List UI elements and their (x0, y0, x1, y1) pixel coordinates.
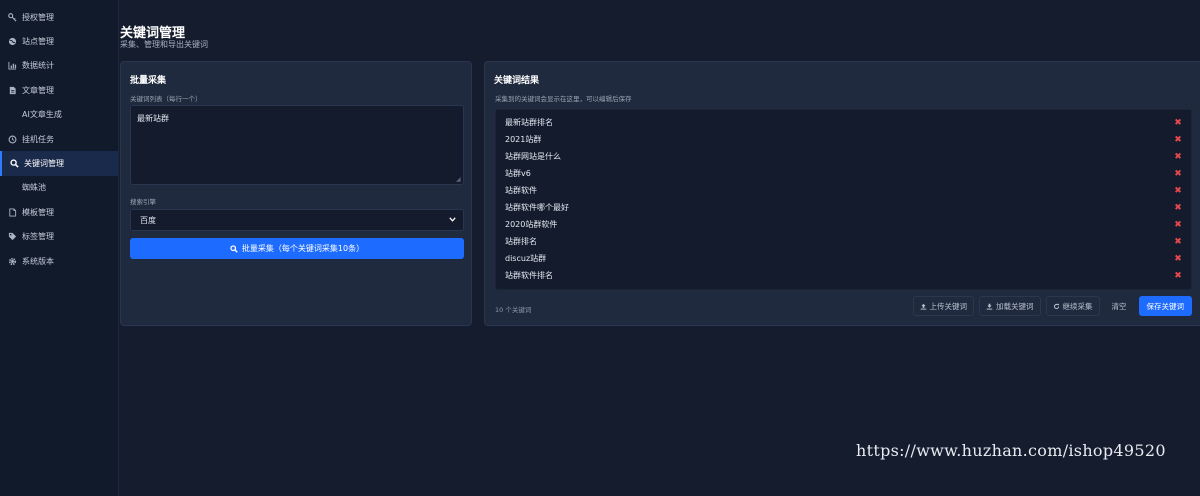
resize-grip-icon[interactable]: ◢ (456, 177, 462, 183)
delete-icon[interactable]: ✖ (1173, 152, 1183, 162)
list-item[interactable]: 站群v6 ✖ (496, 165, 1191, 182)
sidebar-item-stats[interactable]: 数据统计 (0, 54, 118, 78)
keyword-list-label: 关键词列表（每行一个） (130, 95, 202, 103)
keyword-text[interactable]: discuz站群 (505, 253, 546, 264)
results-hint: 采集到的关键词会显示在这里，可以编辑后保存 (495, 95, 632, 103)
sidebar-item-templates[interactable]: 模板管理 (0, 200, 118, 224)
delete-icon[interactable]: ✖ (1173, 237, 1183, 247)
list-item[interactable]: 站群软件排名 ✖ (496, 267, 1191, 284)
search-icon (10, 159, 19, 168)
list-item[interactable]: 站群排名 ✖ (496, 233, 1191, 250)
list-item[interactable]: 站群软件 ✖ (496, 182, 1191, 199)
panel-title: 关键词结果 (494, 76, 540, 86)
document-icon (8, 86, 17, 95)
page-subtitle: 采集、管理和导出关键词 (120, 40, 208, 49)
sidebar-item-tasks[interactable]: 挂机任务 (0, 127, 118, 151)
sidebar-item-sites[interactable]: 站点管理 (0, 29, 118, 53)
delete-icon[interactable]: ✖ (1173, 135, 1183, 145)
list-item[interactable]: 站群网站是什么 ✖ (496, 148, 1191, 165)
sidebar-item-label: 挂机任务 (22, 134, 54, 144)
sidebar-item-keywords[interactable]: 关键词管理 (0, 151, 118, 176)
keyword-list: 最新站群排名 ✖ 2021站群 ✖ 站群网站是什么 ✖ 站群v6 ✖ 站群软件 ✖ 站群软… (495, 109, 1192, 290)
watermark: https://www.huzhan.com/ishop49520 (856, 441, 1166, 460)
list-item[interactable]: 站群软件哪个最好 ✖ (496, 199, 1191, 216)
refresh-icon (1053, 303, 1060, 310)
upload-keywords-label: 上传关键词 (929, 301, 968, 311)
sidebar-item-spider-pool[interactable]: 蜘蛛池 (0, 176, 118, 200)
save-keywords-label: 保存关键词 (1146, 301, 1185, 311)
keyword-results-panel: 关键词结果 采集到的关键词会显示在这里，可以编辑后保存 最新站群排名 ✖ 2021… (484, 61, 1200, 326)
sidebar-item-label: 标签管理 (22, 232, 54, 242)
tags-icon (8, 232, 17, 241)
keyword-text[interactable]: 最新站群排名 (505, 117, 553, 128)
continue-collect-label: 继续采集 (1062, 301, 1093, 311)
delete-icon[interactable]: ✖ (1173, 203, 1183, 213)
search-icon (230, 244, 238, 253)
key-icon (8, 12, 17, 22)
download-icon (986, 303, 993, 310)
delete-icon[interactable]: ✖ (1173, 118, 1183, 128)
batch-collect-panel: 批量采集 关键词列表（每行一个） ◢ 搜索引擎 百度 批量采集（每个关键词采集1… (120, 61, 472, 326)
keyword-text[interactable]: 站群软件哪个最好 (505, 202, 569, 213)
save-keywords-button[interactable]: 保存关键词 (1138, 296, 1192, 316)
upload-icon (920, 303, 927, 310)
keyword-text[interactable]: 站群v6 (505, 168, 531, 179)
sidebar-item-label: 关键词管理 (24, 159, 64, 169)
sidebar-item-ai-articles[interactable]: AI文章生成 (0, 103, 118, 127)
keyword-text[interactable]: 2020站群软件 (505, 219, 557, 230)
sidebar-item-label: 文章管理 (22, 85, 54, 95)
search-engine-select[interactable]: 百度 (130, 209, 464, 231)
file-icon (8, 208, 17, 217)
delete-icon[interactable]: ✖ (1173, 254, 1183, 264)
search-engine-label: 搜索引擎 (130, 198, 156, 206)
search-engine-selected: 百度 (140, 215, 156, 225)
sidebar-item-label: AI文章生成 (22, 110, 62, 120)
sidebar-item-label: 模板管理 (22, 207, 54, 217)
sidebar-item-label: 站点管理 (22, 37, 54, 47)
sidebar: 授权管理 站点管理 数据统计 文章管理 AI文章生成 挂机任务 关键词管理 蜘蛛… (0, 0, 119, 496)
load-keywords-button[interactable]: 加载关键词 (979, 296, 1041, 316)
results-toolbar: 上传关键词 加载关键词 继续采集 清空 保存关键词 (912, 296, 1192, 316)
keyword-list-input[interactable] (130, 105, 464, 185)
clear-button[interactable]: 清空 (1105, 296, 1134, 316)
list-item[interactable]: discuz站群 ✖ (496, 250, 1191, 267)
clock-icon (8, 135, 17, 144)
keyword-text[interactable]: 站群网站是什么 (505, 151, 561, 162)
list-item[interactable]: 2020站群软件 ✖ (496, 216, 1191, 233)
batch-collect-button[interactable]: 批量采集（每个关键词采集10条） (130, 238, 464, 259)
batch-collect-label: 批量采集（每个关键词采集10条） (241, 244, 365, 253)
list-item[interactable]: 最新站群排名 ✖ (496, 114, 1191, 131)
list-item[interactable]: 2021站群 ✖ (496, 131, 1191, 148)
keyword-text[interactable]: 站群软件排名 (505, 270, 553, 281)
load-keywords-label: 加载关键词 (996, 301, 1034, 311)
chevron-down-icon (449, 216, 456, 224)
globe-icon (8, 37, 17, 46)
keyword-text[interactable]: 站群软件 (505, 185, 537, 196)
upload-keywords-button[interactable]: 上传关键词 (912, 296, 974, 316)
delete-icon[interactable]: ✖ (1173, 169, 1183, 179)
keyword-text[interactable]: 站群排名 (505, 236, 537, 247)
sidebar-item-tags[interactable]: 标签管理 (0, 225, 118, 249)
sidebar-item-system-version[interactable]: 系统版本 (0, 249, 118, 273)
sidebar-item-label: 系统版本 (22, 256, 54, 266)
continue-collect-button[interactable]: 继续采集 (1045, 296, 1100, 316)
sidebar-item-auth[interactable]: 授权管理 (0, 5, 118, 29)
delete-icon[interactable]: ✖ (1173, 186, 1183, 196)
panel-title: 批量采集 (130, 76, 167, 86)
delete-icon[interactable]: ✖ (1173, 220, 1183, 230)
sidebar-item-label: 数据统计 (22, 61, 54, 71)
delete-icon[interactable]: ✖ (1173, 271, 1183, 281)
sidebar-item-label: 蜘蛛池 (22, 183, 46, 193)
sidebar-item-articles[interactable]: 文章管理 (0, 78, 118, 102)
keyword-text[interactable]: 2021站群 (505, 134, 541, 145)
keyword-count: 10 个关键词 (495, 306, 532, 314)
bar-chart-icon (8, 61, 17, 71)
clear-label: 清空 (1111, 301, 1127, 311)
sidebar-item-label: 授权管理 (22, 12, 54, 22)
gear-icon (8, 257, 17, 266)
